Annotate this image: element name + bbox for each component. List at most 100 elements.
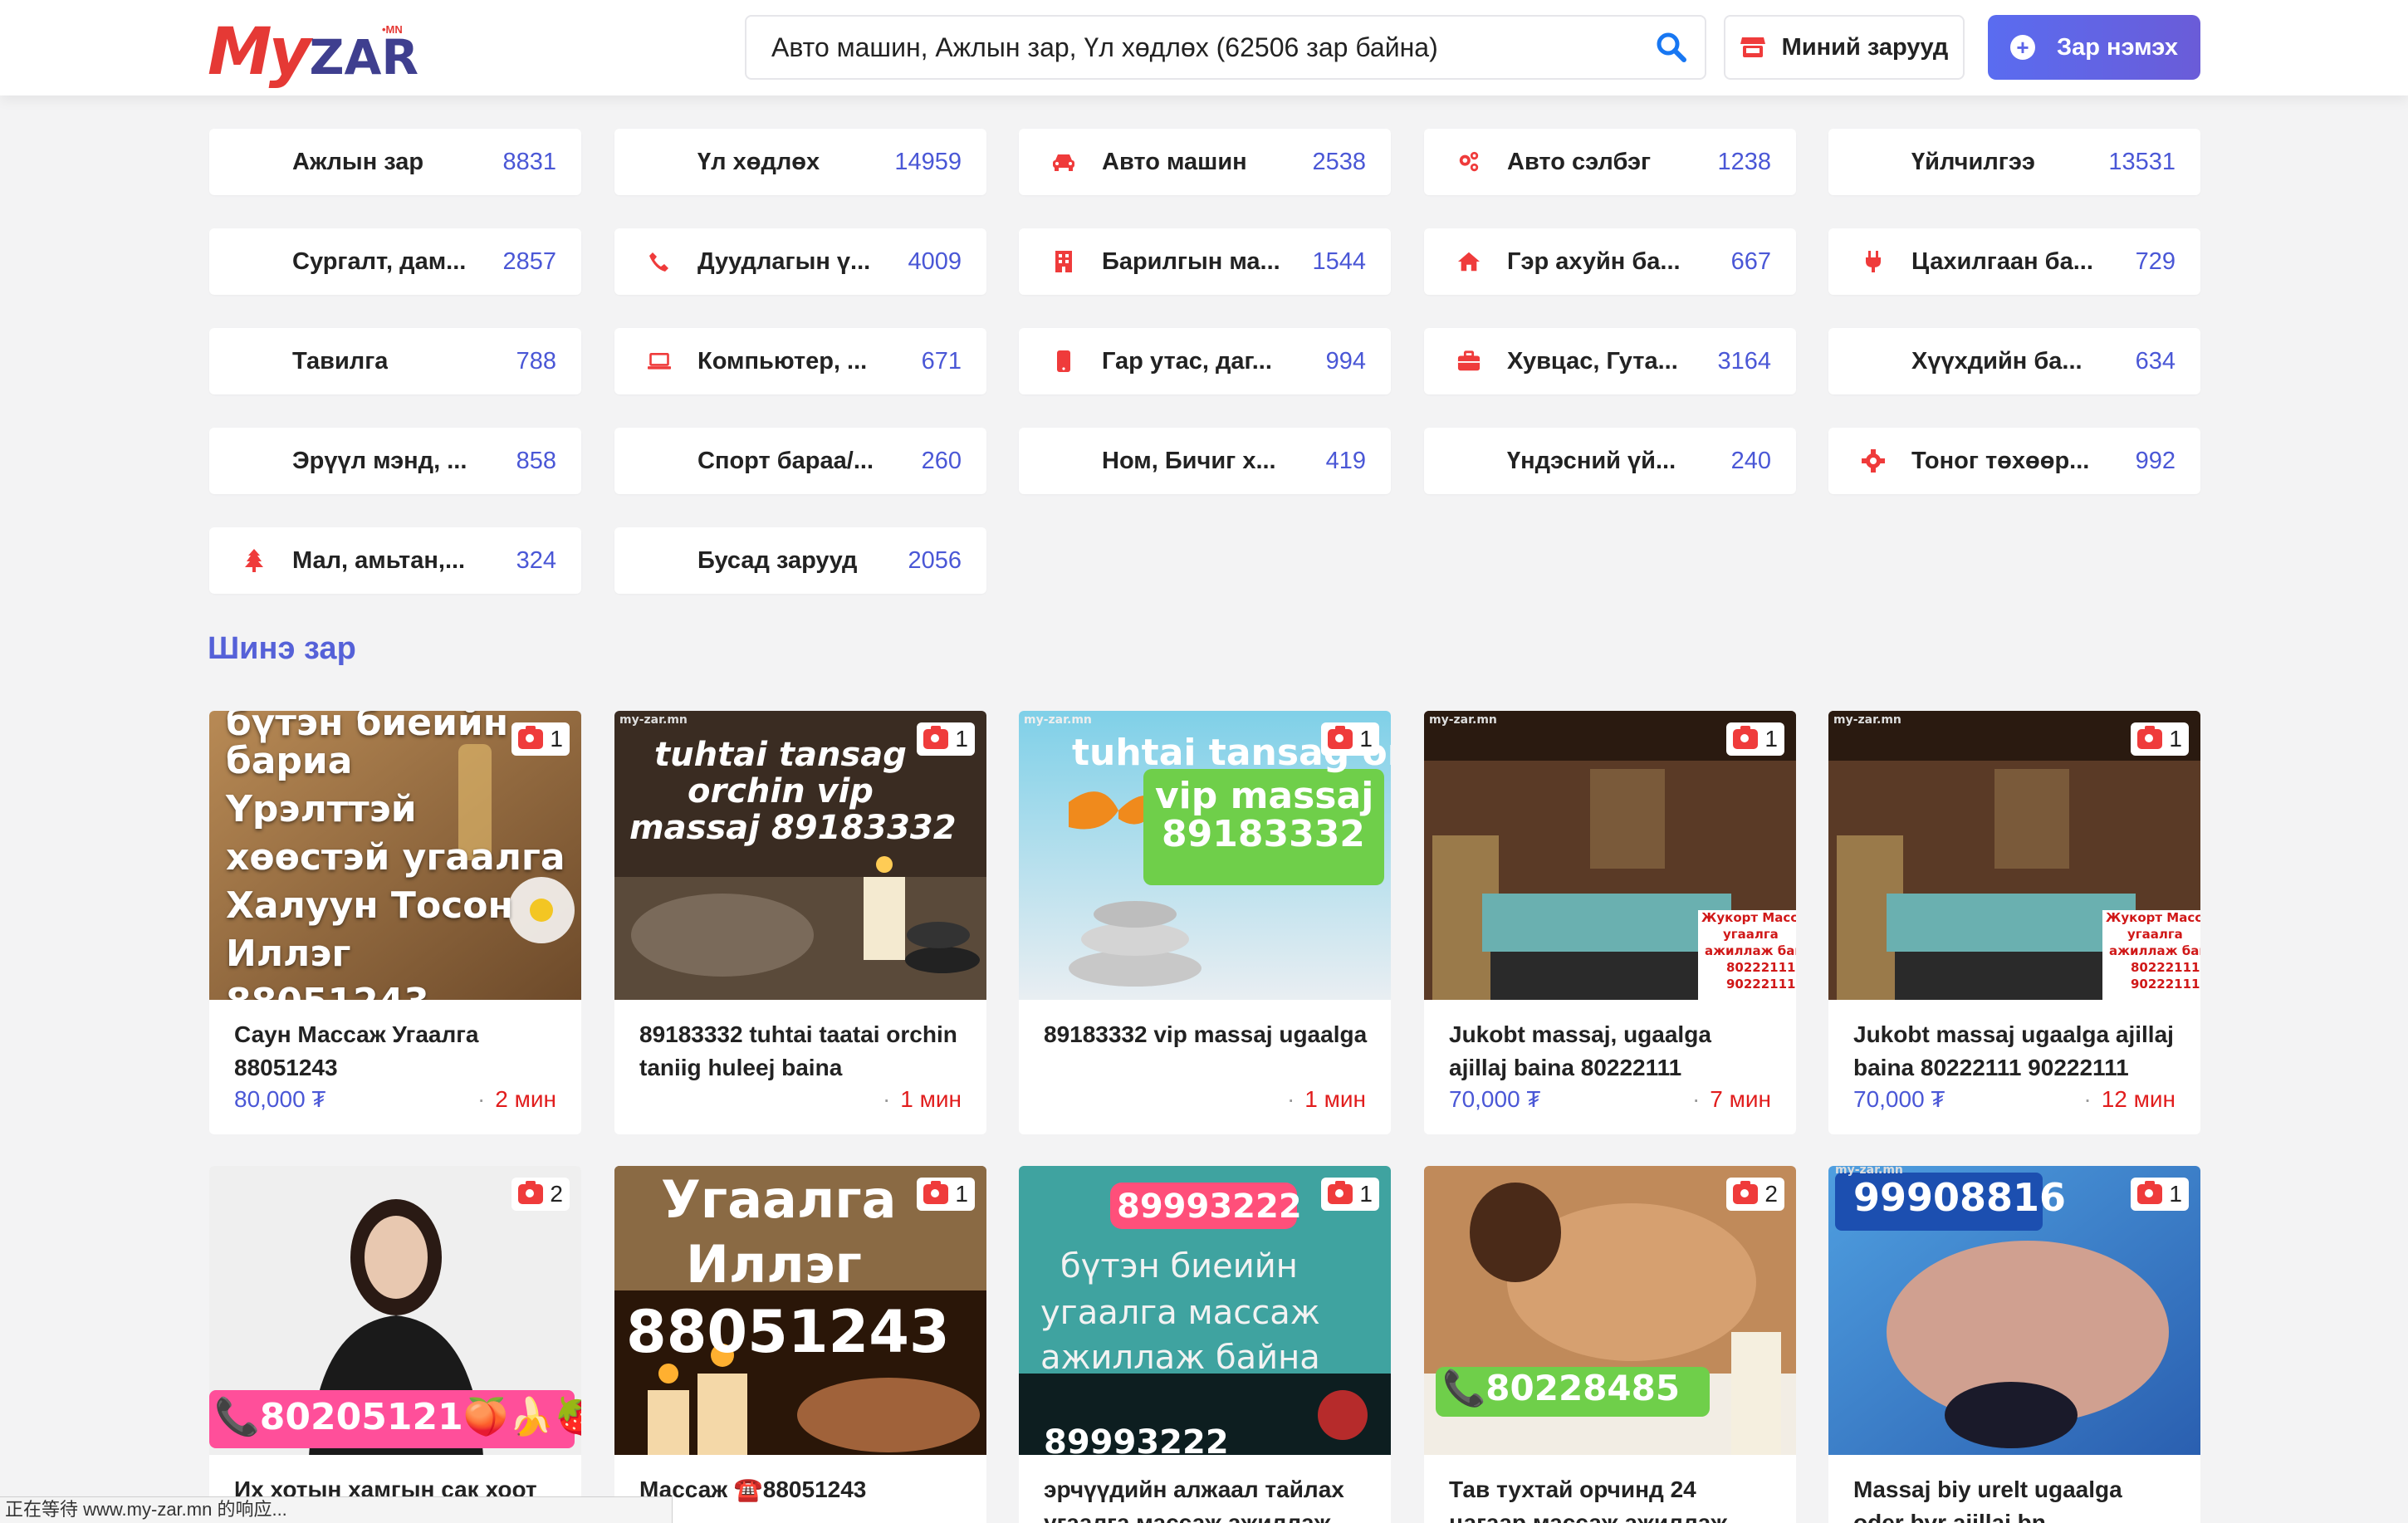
category-item[interactable]: Үндэсний үй... 240 bbox=[1424, 428, 1796, 494]
camera-icon bbox=[1733, 1181, 1759, 1204]
category-item[interactable]: Ажлын зар 8831 bbox=[209, 129, 581, 195]
listing-time-value: 7 мин bbox=[1710, 1086, 1771, 1112]
category-item[interactable]: Ном, Бичиг х... 419 bbox=[1019, 428, 1391, 494]
image-overlay-text: ажиллаж бай bbox=[2109, 943, 2200, 958]
listing-meta: · 1 мин bbox=[1044, 1083, 1366, 1116]
listing-image[interactable]: Угаалга Иллэг 88051243 1 bbox=[614, 1166, 986, 1455]
search-button[interactable] bbox=[1638, 17, 1705, 78]
category-count: 729 bbox=[2135, 248, 2176, 275]
logo-mn-text: •MN bbox=[382, 23, 403, 36]
category-item[interactable]: Цахилгаан ба... 729 bbox=[1828, 228, 2200, 295]
image-overlay-text: 89183332 bbox=[1162, 813, 1365, 855]
listing-title[interactable]: 89183332 tuhtai taatai orchin taniig hul… bbox=[639, 1018, 963, 1085]
listing-card[interactable]: 📞80205121🍑🍌🍓 2 Их хотын хамгын сак хоот bbox=[209, 1166, 581, 1523]
listing-card[interactable]: Угаалга Иллэг 88051243 1 Массаж ☎️88051243 bbox=[614, 1166, 986, 1523]
image-overlay-text: Иллэг bbox=[226, 933, 351, 975]
category-item[interactable]: Компьютер, ... 671 bbox=[614, 328, 986, 394]
listing-card[interactable]: my-zar.mn tuhtai tansag orchin vip massaj 8… bbox=[614, 711, 986, 1134]
listing-time-value: 1 мин bbox=[1304, 1086, 1366, 1112]
category-item[interactable]: Авто машин 2538 bbox=[1019, 129, 1391, 195]
category-item[interactable]: Тоног төхөөр... 992 bbox=[1828, 428, 2200, 494]
category-item[interactable]: Хувцас, Гута... 3164 bbox=[1424, 328, 1796, 394]
category-item[interactable]: Тавилга 788 bbox=[209, 328, 581, 394]
logo-zar-text: ZAR bbox=[309, 29, 419, 86]
listing-image[interactable]: 📞80205121🍑🍌🍓 2 bbox=[209, 1166, 581, 1455]
listing-card[interactable]: бүтэн биеийн бариа Үрэлттэй хөөстэй угаалга… bbox=[209, 711, 581, 1134]
listing-image[interactable]: бүтэн биеийн бариа Үрэлттэй хөөстэй угаалга… bbox=[209, 711, 581, 1000]
listing-image[interactable]: my-zar.mntuhtai tansag orchvip massaj891… bbox=[1019, 711, 1391, 1000]
category-item[interactable]: Үл хөдлөх 14959 bbox=[614, 129, 986, 195]
image-overlay-text: Жукорт Масс bbox=[2106, 910, 2200, 925]
search-input[interactable] bbox=[746, 17, 1638, 78]
camera-icon bbox=[2137, 726, 2163, 749]
category-count: 419 bbox=[1325, 448, 1366, 474]
photo-count-badge: 1 bbox=[2131, 1178, 2189, 1211]
listing-card[interactable]: 89993222 бүтэн биеийн угаалга массаж ажилла… bbox=[1019, 1166, 1391, 1523]
listing-title[interactable]: Массаж ☎️88051243 bbox=[639, 1473, 963, 1523]
listing-title[interactable]: Jukobt massaj ugaalga ajillaj baina 8022… bbox=[1853, 1018, 2177, 1085]
listing-title[interactable]: эрчүүдийн алжаал тайлах угаалга массаж а… bbox=[1044, 1473, 1368, 1523]
category-label: Тавилга bbox=[292, 348, 389, 375]
listing-image[interactable]: my-zar.mn 99908816 1 bbox=[1828, 1166, 2200, 1455]
category-item[interactable]: Авто сэлбэг 1238 bbox=[1424, 129, 1796, 195]
listing-title[interactable]: Jukobt massaj, ugaalga ajillaj baina 802… bbox=[1449, 1018, 1773, 1085]
car-icon bbox=[1052, 150, 1075, 174]
home-icon bbox=[1457, 250, 1481, 273]
photo-count: 1 bbox=[955, 1181, 968, 1207]
category-count: 324 bbox=[516, 547, 556, 574]
listing-title[interactable]: Massaj biy urelt ugaalga oder bvr ajilla… bbox=[1853, 1473, 2177, 1523]
image-overlay-text: ажиллаж бай bbox=[1705, 943, 1796, 958]
listing-title[interactable]: 89183332 vip massaj ugaalga bbox=[1044, 1018, 1368, 1051]
listing-card[interactable]: my-zar.mn 99908816 1 Massaj biy urelt ugaal… bbox=[1828, 1166, 2200, 1523]
mzar-logo[interactable]: My ZAR •MN bbox=[208, 10, 419, 86]
listing-time: · 1 мин bbox=[882, 1086, 962, 1112]
listing-image[interactable]: 89993222 бүтэн биеийн угаалга массаж ажилла… bbox=[1019, 1166, 1391, 1455]
category-item[interactable]: Дуудлагын ү... 4009 bbox=[614, 228, 986, 295]
listing-title[interactable]: Саун Массаж Угаалга 88051243 bbox=[234, 1018, 558, 1085]
image-overlay-text: 90222111 bbox=[2131, 977, 2200, 992]
store-icon bbox=[1740, 37, 1765, 57]
image-overlay-text: бариа bbox=[226, 740, 353, 782]
listing-title[interactable]: Тав тухтай орчинд 24 цагаар массаж ажилл… bbox=[1449, 1473, 1773, 1523]
category-item[interactable]: Эрүүл мэнд, ... 858 bbox=[209, 428, 581, 494]
category-item[interactable]: Гэр ахуйн ба... 667 bbox=[1424, 228, 1796, 295]
listing-image[interactable]: 📞80228485 2 bbox=[1424, 1166, 1796, 1455]
listing-card[interactable]: 📞80228485 2 Тав тухтай орчинд 24 цагаар ма… bbox=[1424, 1166, 1796, 1523]
listing-meta: 70,000 ₮ · 7 мин bbox=[1449, 1083, 1771, 1116]
category-count: 240 bbox=[1730, 448, 1771, 474]
category-label: Үндэсний үй... bbox=[1507, 448, 1676, 474]
browser-status-bar: 正在等待 www.my-zar.mn 的响应... bbox=[0, 1496, 673, 1523]
listing-image[interactable]: my-zar.mn Жукорт Масс угаалга ажиллаж бай 80… bbox=[1828, 711, 2200, 1000]
cog-icon bbox=[1862, 449, 1885, 473]
listing-meta: · 1 мин bbox=[639, 1083, 962, 1116]
category-item[interactable]: Сургалт, дам... 2857 bbox=[209, 228, 581, 295]
category-label: Тоног төхөөр... bbox=[1911, 448, 2090, 474]
category-item[interactable]: Барилгын ма... 1544 bbox=[1019, 228, 1391, 295]
listing-image[interactable]: my-zar.mn Жукорт Масс угаалга ажиллаж бай 80… bbox=[1424, 711, 1796, 1000]
category-label: Спорт бараа/... bbox=[697, 448, 874, 474]
image-overlay-text: угаалга массаж bbox=[1040, 1294, 1320, 1332]
listing-card[interactable]: my-zar.mn Жукорт Масс угаалга ажиллаж бай 80… bbox=[1424, 711, 1796, 1134]
add-ad-button[interactable]: + Зар нэмэх bbox=[1988, 15, 2200, 80]
category-item[interactable]: Бусад зарууд 2056 bbox=[614, 527, 986, 594]
photo-count-badge: 1 bbox=[2131, 722, 2189, 756]
briefcase-icon bbox=[1457, 350, 1481, 373]
image-overlay-text: бүтэн биеийн bbox=[1060, 1247, 1298, 1285]
photo-count: 1 bbox=[1764, 726, 1778, 752]
photo-count: 2 bbox=[550, 1181, 563, 1207]
category-item[interactable]: Гар утас, даг... 994 bbox=[1019, 328, 1391, 394]
my-ads-button[interactable]: Миний зарууд bbox=[1724, 15, 1965, 80]
category-item[interactable]: Үйлчилгээ 13531 bbox=[1828, 129, 2200, 195]
category-count: 8831 bbox=[502, 149, 556, 175]
category-item[interactable]: Хүүхдийн ба... 634 bbox=[1828, 328, 2200, 394]
category-label: Сургалт, дам... bbox=[292, 248, 467, 275]
image-overlay-text: massaj 89183332 bbox=[629, 809, 957, 847]
listing-card[interactable]: my-zar.mntuhtai tansag orchvip massaj891… bbox=[1019, 711, 1391, 1134]
category-item[interactable]: Мал, амьтан,... 324 bbox=[209, 527, 581, 594]
listing-image[interactable]: my-zar.mn tuhtai tansag orchin vip massaj 8… bbox=[614, 711, 986, 1000]
camera-icon bbox=[1328, 1181, 1353, 1204]
category-label: Компьютер, ... bbox=[697, 348, 868, 375]
camera-icon bbox=[1733, 726, 1759, 749]
category-item[interactable]: Спорт бараа/... 260 bbox=[614, 428, 986, 494]
listing-card[interactable]: my-zar.mn Жукорт Масс угаалга ажиллаж бай 80… bbox=[1828, 711, 2200, 1134]
